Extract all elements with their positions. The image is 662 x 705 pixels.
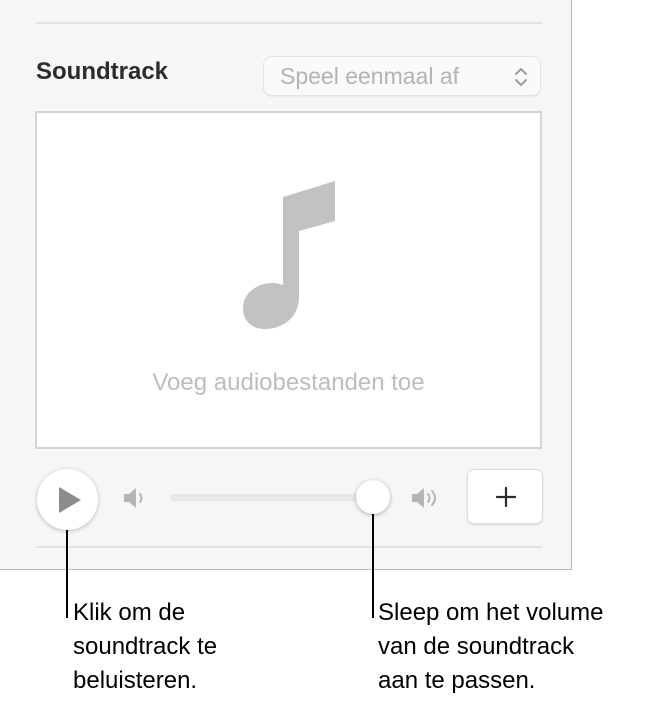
play-icon	[59, 487, 81, 513]
soundtrack-panel: Soundtrack Speel eenmaal af Voeg audiobe…	[0, 0, 572, 570]
plus-icon	[496, 487, 516, 507]
divider-bottom	[36, 546, 542, 548]
dropzone-hint: Voeg audiobestanden toe	[152, 369, 425, 396]
divider-top	[36, 22, 542, 24]
callout-play: Klik om de soundtrack te beluisteren.	[73, 599, 218, 694]
add-audio-button[interactable]	[467, 469, 543, 524]
music-note-icon	[243, 179, 338, 334]
audio-dropzone[interactable]: Voeg audiobestanden toe	[35, 111, 542, 449]
volume-slider-knob[interactable]	[356, 480, 390, 514]
chevron-updown-icon	[513, 66, 529, 93]
playback-mode-select[interactable]: Speel eenmaal af	[263, 56, 541, 96]
playback-mode-value: Speel eenmaal af	[280, 63, 460, 89]
volume-slider-track[interactable]	[170, 494, 376, 501]
speaker-low-icon	[122, 486, 150, 515]
speaker-high-icon	[410, 486, 444, 515]
callout-line-play	[66, 530, 68, 618]
play-button[interactable]	[37, 469, 98, 530]
callout-line-volume	[372, 514, 374, 618]
callout-volume: Sleep om het volume van de soundtrack aa…	[378, 599, 604, 694]
section-title: Soundtrack	[36, 58, 169, 85]
